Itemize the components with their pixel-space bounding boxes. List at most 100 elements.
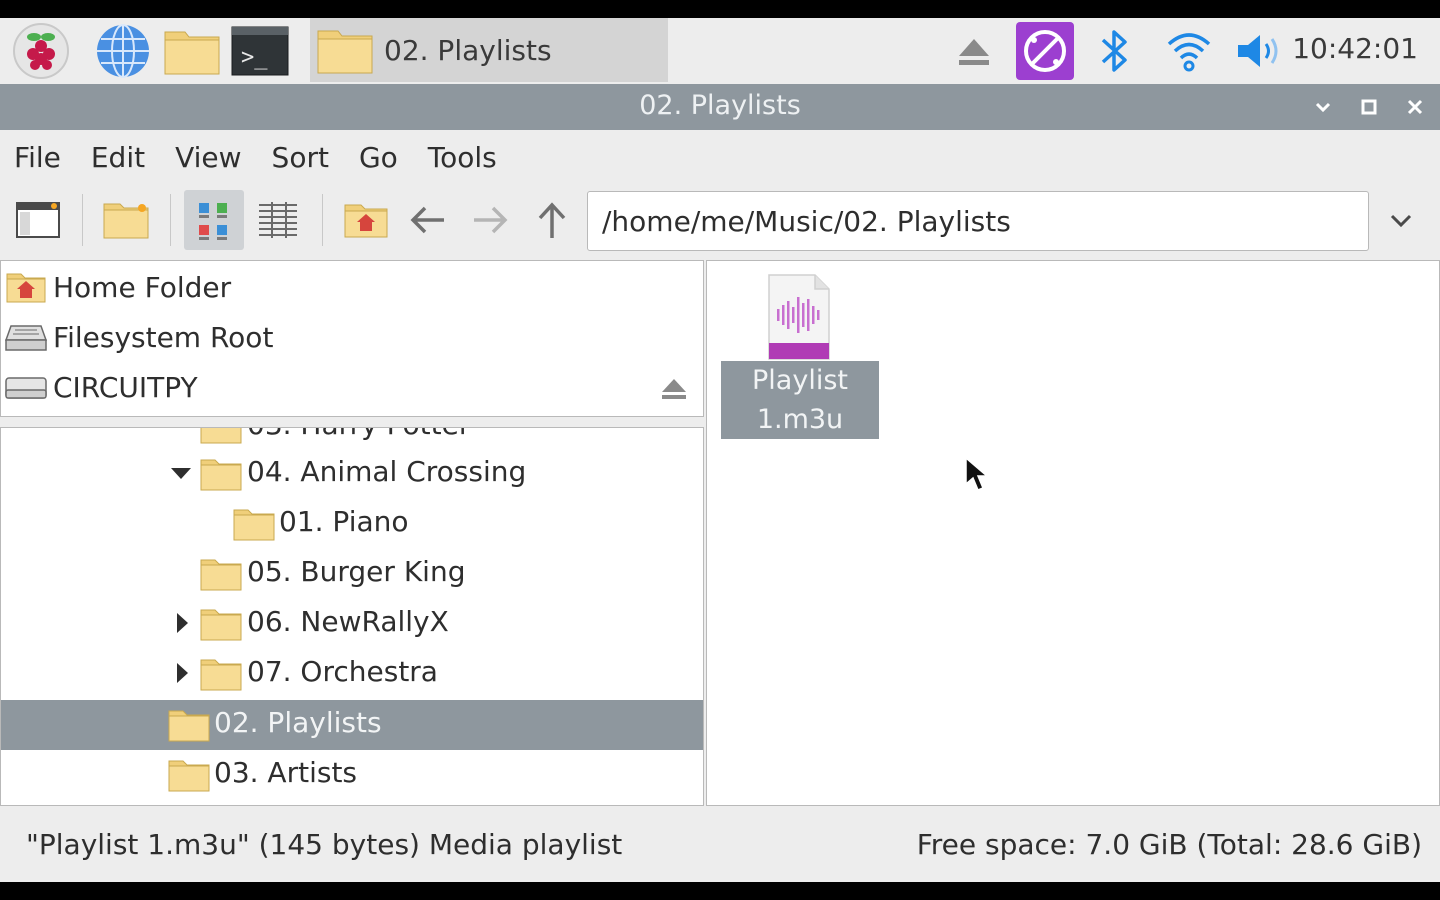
new-folder-icon (103, 203, 149, 239)
arrow-up-icon (538, 202, 566, 238)
path-bar[interactable] (587, 191, 1369, 251)
file-name: Playlist 1.m3u (721, 361, 879, 439)
folder-icon (316, 25, 374, 75)
minimize-button[interactable] (1306, 90, 1340, 124)
status-selection-info: "Playlist 1.m3u" (145 bytes) Media playl… (26, 828, 623, 861)
screen-border-top (0, 0, 1440, 18)
toolbar-separator (82, 194, 83, 246)
menu-go[interactable]: Go (359, 141, 398, 174)
new-folder-button[interactable] (96, 190, 156, 250)
list-view-icon (259, 202, 297, 238)
up-button[interactable] (522, 190, 582, 250)
path-history-dropdown[interactable] (1376, 198, 1426, 244)
tree-row[interactable]: 03. Artists (1, 750, 703, 800)
taskbar-window-label: 02. Playlists (384, 33, 552, 67)
drive-icon (5, 325, 47, 351)
menu-edit[interactable]: Edit (91, 141, 145, 174)
list-view-button[interactable] (248, 190, 308, 250)
menu-view[interactable]: View (175, 141, 241, 174)
home-button[interactable] (336, 190, 396, 250)
home-folder-icon (344, 204, 388, 238)
window-titlebar[interactable]: 02. Playlists (0, 84, 1440, 130)
tree-row[interactable]: 07. Orchestra (1, 649, 703, 699)
folder-tree: 03. Harry Potter 04. Animal Crossing 01.… (0, 427, 704, 806)
place-label: Filesystem Root (53, 320, 274, 354)
tree-row-selected[interactable]: 02. Playlists (1, 700, 703, 750)
tree-row-label: 03. Artists (214, 756, 358, 789)
tree-row-label: 05. Burger King (247, 555, 466, 588)
folder-icon (199, 428, 243, 449)
menubar: File Edit View Sort Go Tools (0, 130, 1440, 184)
svg-text:>_: >_ (241, 45, 268, 70)
icon-view-icon (199, 203, 227, 240)
tree-row-label: 01. Piano (279, 505, 409, 538)
wifi-icon[interactable] (1160, 22, 1218, 80)
folder-icon (199, 556, 243, 596)
app-tray-icon[interactable] (1016, 22, 1074, 80)
status-bar: "Playlist 1.m3u" (145 bytes) Media playl… (0, 806, 1440, 882)
terminal-icon[interactable]: >_ (231, 22, 289, 80)
menu-file[interactable]: File (14, 141, 61, 174)
menu-sort[interactable]: Sort (272, 141, 329, 174)
expander-down-icon[interactable] (171, 464, 191, 484)
folder-icon (167, 707, 211, 747)
tree-row-label: 06. NewRallyX (247, 605, 449, 638)
path-input[interactable] (602, 204, 1368, 238)
tree-row-label: 02. Playlists (214, 706, 382, 739)
place-home-folder[interactable]: Home Folder (5, 263, 699, 311)
maximize-button[interactable] (1352, 90, 1386, 124)
folder-icon (232, 506, 276, 546)
toolbar-separator (170, 194, 171, 246)
usb-drive-icon (5, 377, 47, 399)
tree-row-label: 03. Harry Potter (247, 428, 470, 441)
icon-view-button[interactable] (184, 190, 244, 250)
new-window-button[interactable] (8, 190, 68, 250)
chevron-down-icon (1315, 102, 1331, 113)
tree-row-label: 07. Orchestra (247, 655, 438, 688)
menu-tools[interactable]: Tools (428, 141, 497, 174)
status-free-space: Free space: 7.0 GiB (Total: 28.6 GiB) (916, 828, 1422, 861)
close-icon (1407, 99, 1423, 115)
eject-icon[interactable] (661, 377, 687, 405)
expander-right-icon[interactable] (173, 663, 193, 683)
file-manager-icon[interactable] (163, 22, 221, 80)
maximize-icon (1361, 99, 1377, 115)
places-pane: Home Folder Filesystem Root CIRCUITPY (0, 260, 704, 417)
place-circuitpy[interactable]: CIRCUITPY (5, 363, 699, 411)
mouse-cursor-icon (964, 456, 990, 496)
tree-row-label: 04. Animal Crossing (247, 455, 527, 488)
toolbar-separator (322, 194, 323, 246)
place-label: CIRCUITPY (53, 370, 198, 404)
place-label: Home Folder (53, 270, 232, 304)
back-button[interactable] (398, 190, 458, 250)
taskbar-window-button[interactable]: 02. Playlists (310, 18, 668, 82)
place-filesystem-root[interactable]: Filesystem Root (5, 313, 699, 361)
tree-row[interactable]: 05. Burger King (1, 549, 703, 599)
eject-icon[interactable] (945, 22, 1003, 80)
chevron-down-icon (1390, 214, 1412, 228)
web-browser-icon[interactable] (94, 22, 152, 80)
home-folder-icon (6, 273, 46, 303)
forward-button[interactable] (460, 190, 520, 250)
file-view[interactable]: Playlist 1.m3u (706, 260, 1440, 806)
expander-right-icon[interactable] (173, 613, 193, 633)
volume-icon[interactable] (1232, 22, 1290, 80)
tree-row[interactable]: 04. Animal Crossing (1, 449, 703, 499)
folder-icon (199, 606, 243, 646)
tree-row[interactable]: 06. NewRallyX (1, 599, 703, 649)
close-button[interactable] (1398, 90, 1432, 124)
toolbar (0, 184, 1440, 260)
bluetooth-icon[interactable] (1086, 22, 1144, 80)
tree-row[interactable]: 01. Piano (1, 499, 703, 549)
arrow-left-icon (410, 206, 444, 234)
taskbar: >_ 02. Playlists 10:42:01 (0, 18, 1440, 84)
screen-border-bottom (0, 882, 1440, 900)
arrow-right-icon (474, 206, 508, 234)
raspberry-pi-menu-icon[interactable] (12, 22, 70, 80)
folder-icon (199, 456, 243, 496)
new-window-icon (16, 202, 60, 238)
folder-icon (199, 656, 243, 696)
clock[interactable]: 10:42:01 (1292, 32, 1418, 65)
playlist-file-icon (767, 273, 831, 365)
window-title: 02. Playlists (639, 90, 801, 121)
